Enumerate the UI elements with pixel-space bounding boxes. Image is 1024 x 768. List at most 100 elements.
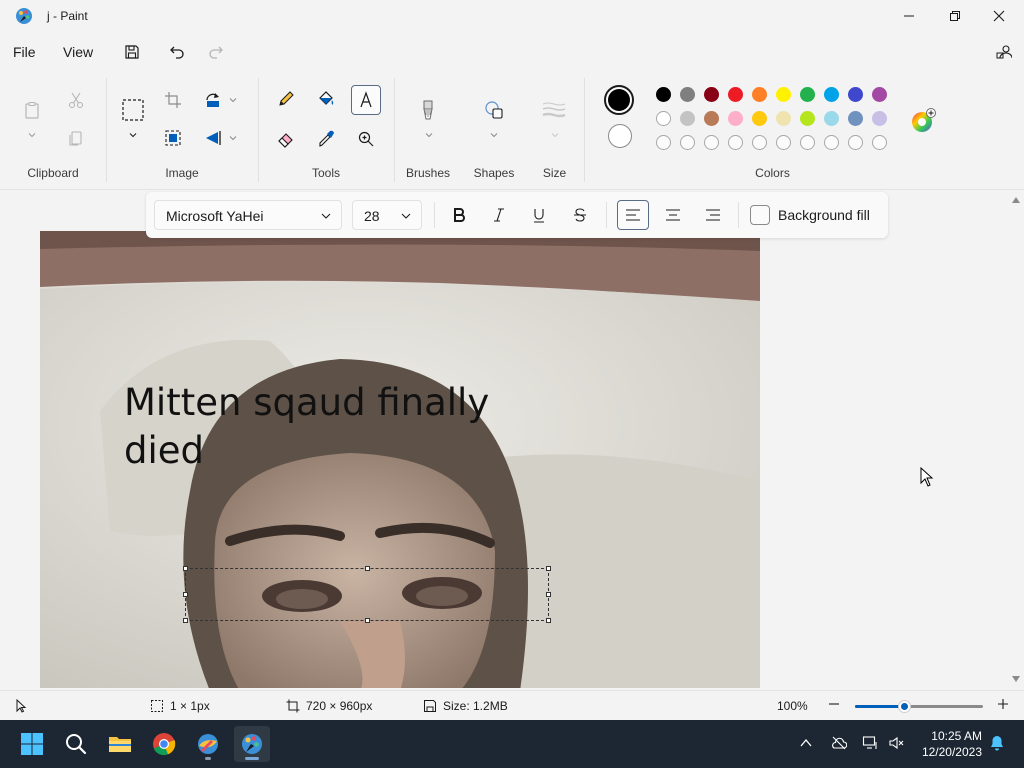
search-icon[interactable] (58, 726, 94, 762)
copy-icon[interactable] (62, 124, 90, 152)
resize-icon[interactable] (159, 124, 187, 152)
zoom-slider[interactable] (855, 700, 983, 713)
chevron-down-icon[interactable] (228, 133, 238, 143)
brush-icon[interactable] (414, 96, 442, 124)
custom-color-slot[interactable] (848, 135, 863, 150)
cut-icon[interactable] (62, 86, 90, 114)
chevron-down-icon[interactable] (27, 130, 37, 140)
text-selection-box[interactable] (183, 566, 551, 623)
custom-color-slot[interactable] (656, 135, 671, 150)
align-right-icon[interactable] (697, 200, 729, 230)
align-center-icon[interactable] (657, 200, 689, 230)
color-swatch[interactable] (776, 111, 791, 126)
clock[interactable]: 10:25 AM 12/20/2023 (910, 728, 982, 760)
resize-handle[interactable] (183, 618, 188, 623)
vertical-scrollbar[interactable] (1008, 191, 1024, 688)
pencil-icon[interactable] (272, 85, 300, 113)
line-thickness-icon[interactable] (540, 96, 568, 124)
color-swatch[interactable] (704, 111, 719, 126)
chevron-down-icon[interactable] (424, 130, 434, 140)
custom-color-slot[interactable] (776, 135, 791, 150)
fill-bucket-icon[interactable] (312, 85, 340, 113)
chevron-down-icon[interactable] (228, 95, 238, 105)
magnifier-icon[interactable] (352, 125, 380, 153)
color-swatch[interactable] (728, 87, 743, 102)
secondary-color[interactable] (608, 124, 632, 148)
color-swatch[interactable] (848, 87, 863, 102)
canvas-text-box[interactable]: Mitten sqaud finally died (124, 379, 489, 475)
custom-color-slot[interactable] (872, 135, 887, 150)
font-family-dropdown[interactable]: Microsoft YaHei (154, 200, 342, 230)
shapes-icon[interactable] (480, 96, 508, 124)
paste-icon[interactable] (18, 96, 46, 124)
bold-icon[interactable] (443, 200, 475, 230)
paint-taskbar-icon[interactable] (234, 726, 270, 762)
chevron-down-icon[interactable] (550, 130, 560, 140)
zoom-slider-thumb[interactable] (897, 700, 911, 713)
network-icon[interactable] (859, 732, 881, 754)
chrome-icon[interactable] (146, 726, 182, 762)
edit-colors-icon[interactable] (910, 108, 936, 134)
start-icon[interactable] (14, 726, 50, 762)
canvas-area[interactable]: Mitten sqaud finally died (0, 191, 1008, 688)
color-swatch[interactable] (752, 87, 767, 102)
resize-handle[interactable] (183, 592, 188, 597)
resize-handle[interactable] (183, 566, 188, 571)
view-menu[interactable]: View (63, 44, 93, 60)
crop-icon[interactable] (159, 86, 187, 114)
zoom-out-icon[interactable] (827, 697, 841, 711)
primary-color-ring[interactable] (604, 85, 634, 115)
color-swatch[interactable] (728, 111, 743, 126)
save-icon[interactable] (120, 40, 144, 64)
rotate-icon[interactable] (199, 86, 227, 114)
color-swatch[interactable] (656, 111, 671, 126)
redo-icon[interactable] (204, 40, 228, 64)
chevron-down-icon[interactable] (489, 130, 499, 140)
italic-icon[interactable] (483, 200, 515, 230)
resize-handle[interactable] (546, 592, 551, 597)
custom-color-slot[interactable] (728, 135, 743, 150)
maximize-button[interactable] (932, 0, 978, 32)
primary-color[interactable] (608, 89, 630, 111)
align-left-icon[interactable] (617, 200, 649, 230)
select-icon[interactable] (119, 96, 147, 124)
color-swatch[interactable] (704, 87, 719, 102)
volume-muted-icon[interactable] (885, 732, 907, 754)
zoom-in-icon[interactable] (996, 697, 1010, 711)
color-swatch[interactable] (848, 111, 863, 126)
background-fill-checkbox[interactable] (750, 205, 770, 225)
strikethrough-icon[interactable] (564, 200, 596, 230)
paint-3d-icon[interactable] (190, 726, 226, 762)
color-swatch[interactable] (872, 87, 887, 102)
file-explorer-icon[interactable] (102, 726, 138, 762)
color-swatch[interactable] (752, 111, 767, 126)
color-swatch[interactable] (824, 111, 839, 126)
chevron-down-icon[interactable] (128, 130, 138, 140)
onedrive-icon[interactable] (828, 732, 850, 754)
color-swatch[interactable] (872, 111, 887, 126)
color-swatch[interactable] (656, 87, 671, 102)
custom-color-slot[interactable] (680, 135, 695, 150)
color-swatch[interactable] (776, 87, 791, 102)
color-swatch[interactable] (680, 111, 695, 126)
eraser-icon[interactable] (272, 125, 300, 153)
custom-color-slot[interactable] (704, 135, 719, 150)
resize-handle[interactable] (365, 618, 370, 623)
color-swatch[interactable] (800, 87, 815, 102)
color-swatch[interactable] (800, 111, 815, 126)
flip-icon[interactable] (199, 124, 227, 152)
font-size-dropdown[interactable]: 28 (352, 200, 422, 230)
resize-handle[interactable] (365, 566, 370, 571)
notification-bell-icon[interactable] (986, 732, 1008, 754)
color-swatch[interactable] (680, 87, 695, 102)
custom-color-slot[interactable] (824, 135, 839, 150)
chevron-up-icon[interactable] (795, 732, 817, 754)
undo-icon[interactable] (165, 40, 189, 64)
custom-color-slot[interactable] (800, 135, 815, 150)
minimize-button[interactable] (886, 0, 932, 32)
close-button[interactable] (976, 0, 1022, 32)
text-tool-icon[interactable] (351, 85, 381, 115)
zoom-level[interactable]: 100% (777, 699, 808, 713)
color-picker-icon[interactable] (312, 125, 340, 153)
file-menu[interactable]: File (13, 44, 36, 60)
